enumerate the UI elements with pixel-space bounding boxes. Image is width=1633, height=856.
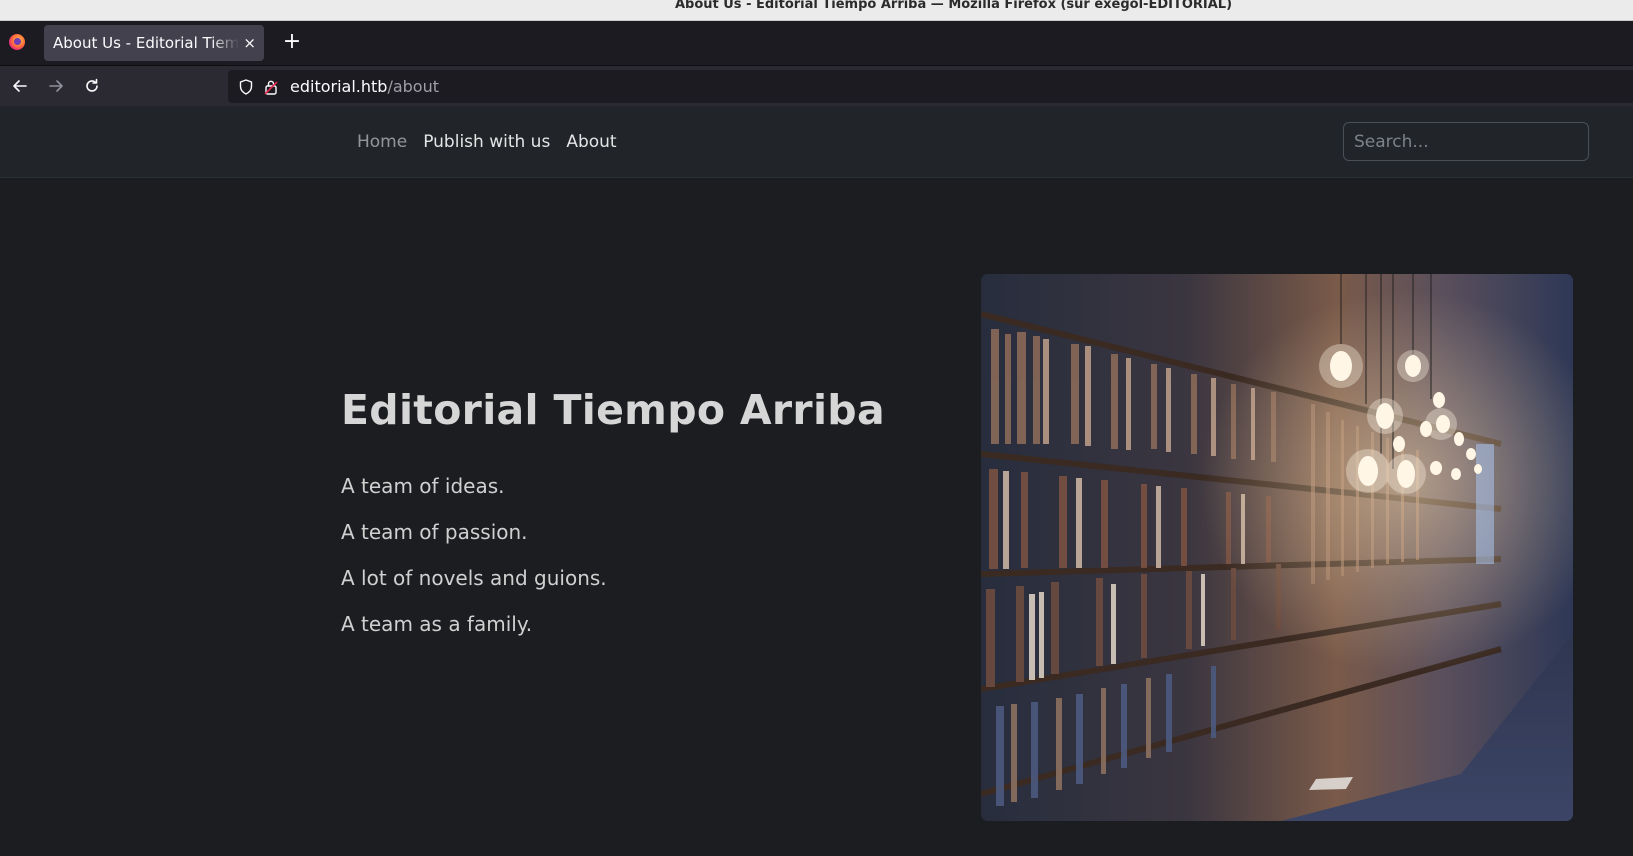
- insecure-lock-icon[interactable]: [264, 79, 278, 95]
- forward-button[interactable]: [43, 73, 69, 99]
- library-image: [981, 274, 1573, 821]
- nav-home-link[interactable]: Home: [357, 132, 407, 152]
- main-content: Editorial Tiempo Arriba A team of ideas.…: [0, 178, 1633, 856]
- search-input[interactable]: [1343, 122, 1589, 161]
- tagline-line: A team as a family.: [341, 612, 533, 636]
- back-arrow-icon: [13, 80, 27, 92]
- browser-tabstrip: About Us - Editorial Tiempo Arriba × +: [0, 21, 1633, 65]
- browser-navbar: editorial.htb/about: [0, 65, 1633, 106]
- window-titlebar: About Us - Editorial Tiempo Arriba — Moz…: [0, 0, 1633, 21]
- forward-arrow-icon: [49, 80, 63, 92]
- page-title: Editorial Tiempo Arriba: [341, 386, 885, 434]
- nav-about-link[interactable]: About: [566, 132, 616, 152]
- reload-icon: [86, 78, 98, 92]
- site-header: Home Publish with us About: [0, 106, 1633, 178]
- tracking-shield-icon[interactable]: [239, 79, 253, 95]
- library-illustration: [981, 274, 1573, 821]
- new-tab-button[interactable]: +: [278, 29, 306, 57]
- reload-button[interactable]: [79, 73, 105, 99]
- tagline-line: A lot of novels and guions.: [341, 566, 607, 590]
- firefox-logo-icon: [9, 34, 25, 50]
- nav-publish-link[interactable]: Publish with us: [423, 132, 550, 152]
- tagline-line: A team of passion.: [341, 520, 528, 544]
- url-bar[interactable]: editorial.htb/about: [228, 70, 1633, 103]
- back-button[interactable]: [7, 73, 33, 99]
- tagline-line: A team of ideas.: [341, 474, 505, 498]
- tab-close-icon[interactable]: ×: [243, 25, 256, 61]
- window-title: About Us - Editorial Tiempo Arriba — Moz…: [674, 0, 1233, 12]
- url-host: editorial.htb: [290, 77, 388, 96]
- tab-title: About Us - Editorial Tiempo Arriba: [53, 34, 239, 52]
- url-path: /about: [387, 77, 439, 96]
- site-nav: Home Publish with us About: [357, 106, 633, 178]
- url-text[interactable]: editorial.htb/about: [290, 70, 439, 103]
- browser-tab-active[interactable]: About Us - Editorial Tiempo Arriba ×: [44, 25, 264, 61]
